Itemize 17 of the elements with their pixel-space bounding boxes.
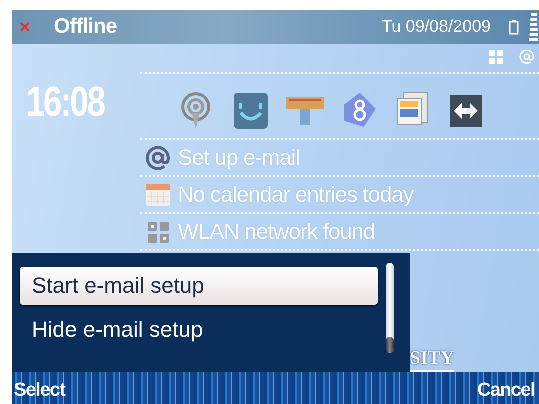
clock: 16:08 <box>25 77 106 124</box>
menu-item[interactable]: Start e-mail setup <box>20 267 378 305</box>
date: Tu 09/08/2009 <box>382 17 491 37</box>
cancel-softkey[interactable]: Cancel <box>475 380 537 402</box>
at-sign-icon <box>144 144 172 170</box>
smiley-icon <box>232 91 270 131</box>
profile-name: Offline <box>54 15 117 39</box>
offline-cross-icon <box>20 22 30 32</box>
app-grid-icon <box>489 50 503 64</box>
at-sign-icon <box>519 50 535 64</box>
scrollbar[interactable] <box>386 263 394 353</box>
menu-item[interactable]: Hide e-mail setup <box>20 311 378 349</box>
scroll-thumb[interactable] <box>386 336 394 353</box>
calendar-icon <box>144 182 172 208</box>
signal-bars-icon <box>527 11 539 43</box>
select-softkey[interactable]: Select <box>12 380 68 402</box>
battery-icon <box>509 19 519 35</box>
